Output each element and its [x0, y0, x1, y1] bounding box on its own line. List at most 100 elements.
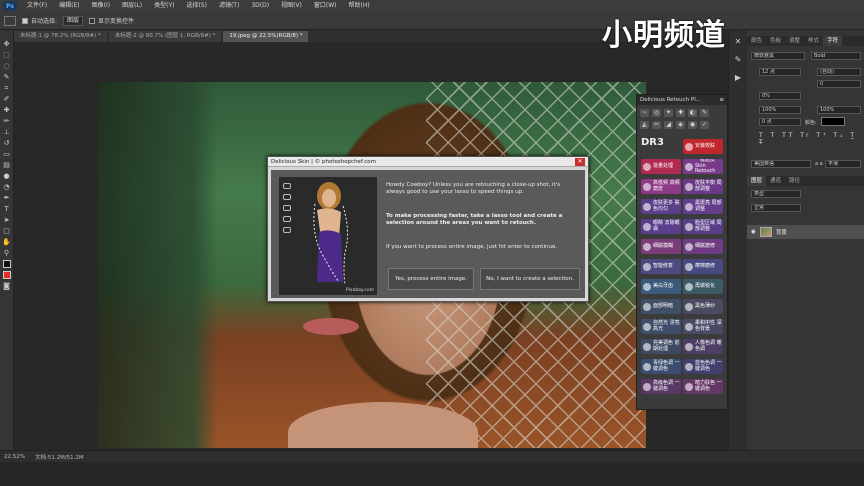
plugin-button-25[interactable]: 暗力肤色 一键调色: [683, 379, 723, 394]
process-entire-image-button[interactable]: Yes, process entire image.: [388, 268, 474, 290]
font-size-field[interactable]: 12 点: [759, 68, 801, 76]
menu-select[interactable]: 选择(S): [180, 0, 213, 12]
layer-row-background[interactable]: ◉ 背景: [747, 225, 864, 239]
auto-select-target-dropdown[interactable]: 图层: [63, 15, 84, 26]
zoom-level[interactable]: 22.52%: [4, 454, 25, 460]
plugin-button-20[interactable]: 完美调色 前期处理: [641, 339, 681, 354]
plugin-button-11[interactable]: 细腻磨修: [683, 239, 723, 254]
menu-window[interactable]: 窗口(W): [308, 0, 343, 12]
tab-untitled-2[interactable]: 未标题-2 @ 80.7% (图层 1, RGB/8#) *: [108, 31, 222, 42]
auto-select-option[interactable]: 自动选择:: [22, 16, 57, 25]
blur-icon[interactable]: ●: [2, 172, 11, 180]
plugin-button-24[interactable]: 高级色调 一键调色: [641, 379, 681, 394]
plugin-button-2[interactable]: 批量处理: [641, 159, 681, 174]
plugin-button-1[interactable]: 安装校肤: [683, 139, 723, 154]
layer-kind-filter[interactable]: 类型: [751, 190, 801, 198]
type-icon[interactable]: T: [2, 205, 11, 213]
history-brush-icon[interactable]: ↺: [2, 139, 11, 147]
lasso-icon[interactable]: ◌: [2, 62, 11, 70]
healing-icon[interactable]: ✚: [2, 106, 11, 114]
menu-3d[interactable]: 3D(D): [245, 0, 275, 12]
menu-layer[interactable]: 图层(L): [116, 0, 148, 12]
path-select-icon[interactable]: ➤: [2, 216, 11, 224]
plugin-button-6[interactable]: 皮肤更多 肤色均匀: [641, 199, 681, 214]
plugin-tool-icon-2[interactable]: ◎: [652, 109, 661, 117]
plugin-tool-icon-10[interactable]: ◈: [676, 121, 685, 129]
plugin-tool-icon-12[interactable]: ✓: [700, 121, 709, 129]
eraser-icon[interactable]: ▭: [2, 150, 11, 158]
dodge-icon[interactable]: ◔: [2, 183, 11, 191]
tab-paths[interactable]: 路径: [785, 176, 804, 186]
anti-alias-field[interactable]: 平滑: [825, 160, 861, 168]
panel-menu-icon[interactable]: ≡: [719, 95, 724, 105]
plugin-button-8[interactable]: 眼睛 去除眼袋: [641, 219, 681, 234]
history-icon[interactable]: ✕: [733, 38, 743, 46]
hand-icon[interactable]: ✋: [2, 238, 11, 246]
tab-color[interactable]: 颜色: [747, 36, 766, 46]
actions-icon[interactable]: ▶: [733, 74, 743, 82]
gradient-icon[interactable]: ▤: [2, 161, 11, 169]
plugin-tool-icon-6[interactable]: ✎: [700, 109, 709, 117]
tab-untitled-1[interactable]: 未标题-1 @ 78.2% (RGB/8#) *: [14, 31, 107, 42]
marquee-icon[interactable]: ⬚: [2, 51, 11, 59]
move-icon[interactable]: ✥: [2, 40, 11, 48]
leading-field[interactable]: (自动): [817, 68, 861, 76]
text-style-buttons[interactable]: T T TT Tr T¹ T₁ T̲ T̶: [759, 132, 859, 146]
plugin-tool-icon-9[interactable]: ◢: [664, 121, 673, 129]
plugin-titlebar[interactable]: Delicious Retouch Pl... ≡: [637, 95, 727, 105]
show-transform-option[interactable]: 显示变换控件: [89, 16, 134, 25]
plugin-button-9[interactable]: 脸型区域 局部调整: [683, 219, 723, 234]
plugin-button-12[interactable]: 智能修复: [641, 259, 681, 274]
plugin-button-23[interactable]: 蓝色色调 一键调色: [683, 359, 723, 374]
menu-help[interactable]: 帮助(H): [343, 0, 376, 12]
tab-layers[interactable]: 图层: [747, 176, 767, 186]
visibility-eye-icon[interactable]: ◉: [751, 229, 756, 235]
stamp-icon[interactable]: ⊥: [2, 128, 11, 136]
zoom-icon[interactable]: ⚲: [2, 249, 11, 257]
plugin-tool-icon-5[interactable]: ◐: [688, 109, 697, 117]
move-tool-icon[interactable]: [4, 15, 16, 26]
create-selection-button[interactable]: No, I want to create a selection.: [480, 268, 580, 290]
baseline-shift-field[interactable]: 0 点: [759, 118, 801, 126]
crop-icon[interactable]: ⌗: [2, 84, 11, 92]
menu-filter[interactable]: 滤镜(T): [213, 0, 245, 12]
plugin-button-10[interactable]: 细腻模糊: [641, 239, 681, 254]
tab-character[interactable]: 字符: [823, 36, 843, 46]
menu-file[interactable]: 文件(F): [21, 0, 53, 12]
shape-icon[interactable]: ▢: [2, 227, 11, 235]
kerning-field[interactable]: 0%: [759, 92, 801, 100]
plugin-button-15[interactable]: 再做锐化: [683, 279, 723, 294]
plugin-button-17[interactable]: 黑色薄纱: [683, 299, 723, 314]
tab-styles[interactable]: 样式: [804, 36, 823, 46]
plugin-tool-icon-1[interactable]: ~: [640, 109, 649, 117]
show-transform-checkbox[interactable]: [89, 17, 96, 24]
plugin-tool-icon-11[interactable]: ◉: [688, 121, 697, 129]
menu-view[interactable]: 视图(V): [275, 0, 308, 12]
vertical-scale-field[interactable]: 100%: [759, 106, 801, 114]
background-color-swatch[interactable]: [2, 271, 11, 279]
plugin-tool-icon-3[interactable]: ✦: [664, 109, 673, 117]
plugin-button-19[interactable]: 柔和中性 深色背景: [683, 319, 723, 334]
blend-mode-field[interactable]: 正常: [751, 204, 801, 212]
plugin-tool-icon-7[interactable]: ◭: [640, 121, 649, 129]
plugin-button-4[interactable]: 高低频 高频磨皮: [641, 179, 681, 194]
tab-19-jpeg[interactable]: 19.jpeg @ 22.5%(RGB/8) *: [223, 31, 309, 42]
plugin-button-7[interactable]: 黑斑亮 局部调整: [683, 199, 723, 214]
font-family-field[interactable]: 微软雅黑: [751, 52, 805, 60]
quick-mask-icon[interactable]: ◙: [2, 282, 11, 290]
brush-icon[interactable]: ✏: [2, 117, 11, 125]
plugin-button-16[interactable]: 面部明暗: [641, 299, 681, 314]
plugin-tool-icon-8[interactable]: ✂: [652, 121, 661, 129]
tab-adjustments[interactable]: 调整: [785, 36, 804, 46]
plugin-button-5[interactable]: 皮肤平衡 局部调整: [683, 179, 723, 194]
menu-image[interactable]: 图像(I): [86, 0, 116, 12]
plugin-tool-icon-4[interactable]: ✚: [676, 109, 685, 117]
eyedropper-icon[interactable]: ✐: [2, 95, 11, 103]
plugin-button-14[interactable]: 美白牙齿: [641, 279, 681, 294]
plugin-button-21[interactable]: 人像色调 暖色调: [683, 339, 723, 354]
horizontal-scale-field[interactable]: 100%: [817, 106, 861, 114]
menu-type[interactable]: 类型(Y): [148, 0, 180, 12]
properties-icon[interactable]: ✎: [733, 56, 743, 64]
dialog-titlebar[interactable]: Delicious Skin | © photoshopchef.com ✕: [268, 157, 588, 167]
plugin-button-18[interactable]: 自然光 漂亮高光: [641, 319, 681, 334]
